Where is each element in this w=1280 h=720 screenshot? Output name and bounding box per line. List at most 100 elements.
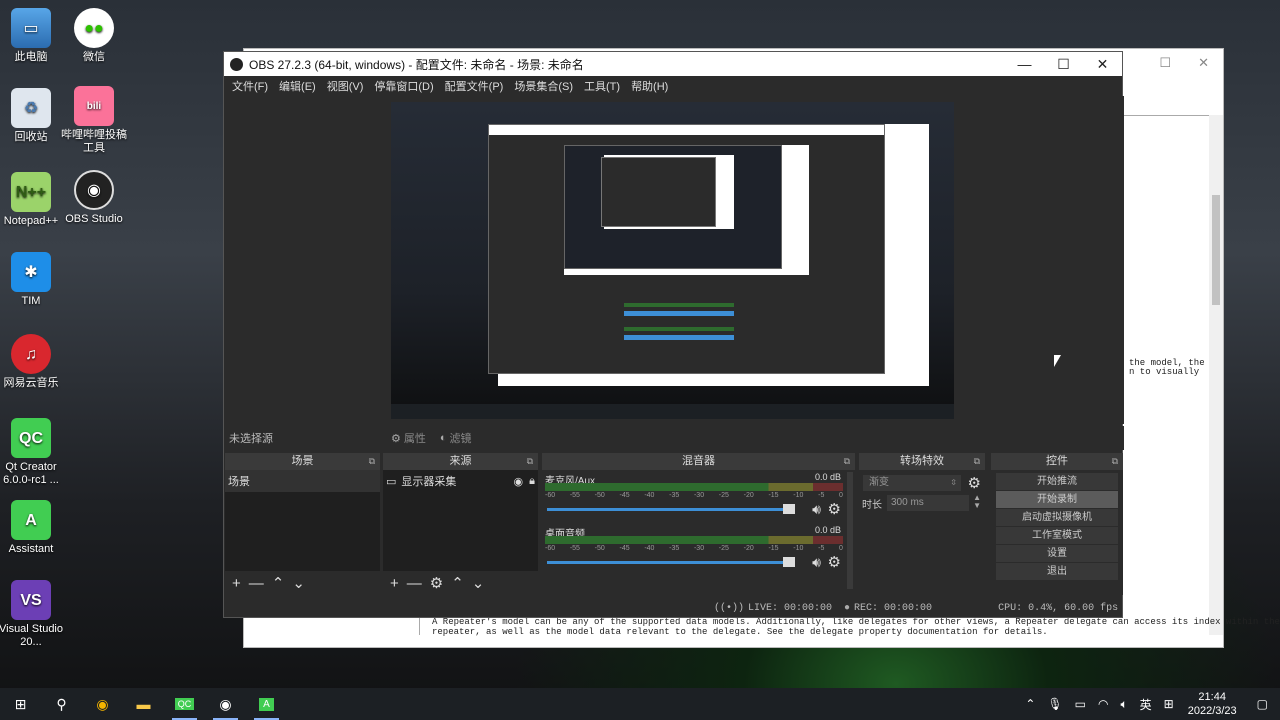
channel-settings-gear-icon[interactable]: ⚙ [828,500,841,518]
mixer-channel-desktop: 桌面音频 0.0 dB -60 -55 -50 -45 -40 -35 -30 -25 -20-… [545,525,843,577]
move-source-up-button[interactable]: ⌃ [451,574,464,592]
notification-icon[interactable]: ▢ [1257,697,1268,711]
taskbar-chrome[interactable]: ◉ [82,688,123,720]
start-virtual-camera-button[interactable]: 启动虚拟摄像机 [996,509,1118,526]
mouse-cursor-icon [1054,355,1061,367]
ime-language-indicator[interactable]: 英 [1140,696,1152,713]
meter-scale: -60 -55 -50 -45 -40 -35 -30 -25 -20 -15 -10 -5 0 [545,492,843,499]
preview-area [224,96,1124,424]
doc-text-bottom-1: A Repeater's model can be any of the sup… [432,617,1280,627]
desktop-icon-obs[interactable]: ◉ OBS Studio [59,170,129,226]
menu-docks[interactable]: 停靠窗口(D) [374,78,433,94]
desktop-icon-assistant[interactable]: A Assistant [0,500,66,556]
desktop-icon-qt-creator[interactable]: QC Qt Creator 6.0.0-rc1 ... [0,418,66,487]
title-bar[interactable]: OBS 27.2.3 (64-bit, windows) - 配置文件: 未命名… [224,52,1122,76]
duration-spin-icon[interactable]: ▲ ▼ [973,494,981,510]
volume-slider[interactable] [547,508,793,511]
usb-icon[interactable]: ▭ [1075,697,1086,711]
dock-float-icon[interactable]: ⧉ [527,453,533,470]
volume-slider[interactable] [547,561,793,564]
obs-icon: ◉ [74,170,114,210]
source-item[interactable]: ▭ 显示器采集 ◉ 🔒︎ [383,470,538,492]
transition-select[interactable]: 渐变 ⇳ [863,475,961,491]
filters-button[interactable]: ◐ 滤镜 [440,430,472,446]
settings-button[interactable]: 设置 [996,545,1118,562]
dock-float-icon[interactable]: ⧉ [369,453,375,470]
scene-item[interactable]: 场景 [225,470,380,492]
minimize-icon[interactable]: — [1005,56,1044,73]
desktop-icon-wechat[interactable]: ●● 微信 [59,8,129,64]
bg-maximize-icon[interactable]: ☐ [1159,55,1171,71]
exit-button[interactable]: 退出 [996,563,1118,580]
desktop-icon-notepadpp[interactable]: N++ Notepad++ [0,172,66,228]
mute-speaker-icon[interactable]: 🔊︎ [812,554,821,571]
mute-speaker-icon[interactable]: 🔊︎ [812,501,821,518]
taskbar-assistant[interactable]: A [246,688,287,720]
window-title: OBS 27.2.3 (64-bit, windows) - 配置文件: 未命名… [249,57,584,72]
remove-scene-button[interactable]: — [249,575,264,592]
studio-mode-button[interactable]: 工作室模式 [996,527,1118,544]
dock-float-icon[interactable]: ⧉ [844,453,850,470]
visibility-eye-icon[interactable]: ◉ [514,475,524,488]
microphone-icon[interactable]: 🎙︎ [1047,697,1062,711]
dock-float-icon[interactable]: ⧉ [974,453,980,470]
dock-float-icon[interactable]: ⧉ [1112,453,1118,470]
bg-close-icon[interactable]: ✕ [1198,55,1209,71]
cpu-status: CPU: 0.4%, 60.00 fps [998,602,1119,614]
menu-view[interactable]: 视图(V) [327,78,364,94]
volume-slider-handle[interactable] [783,504,795,514]
start-recording-button[interactable]: 开始录制 [996,491,1118,508]
taskbar-qt-creator[interactable]: QC [164,688,205,720]
start-streaming-button[interactable]: 开始推流 [996,473,1118,490]
taskbar-file-explorer[interactable]: ▬ [123,688,164,720]
menu-edit[interactable]: 编辑(E) [279,78,316,94]
menu-tools[interactable]: 工具(T) [584,78,620,94]
scroll-thumb[interactable] [1212,195,1220,305]
ime-mode-icon[interactable]: ⊞ [1164,697,1174,711]
chrome-icon: ◉ [96,695,109,712]
close-icon[interactable]: ✕ [1083,56,1122,73]
remove-source-button[interactable]: — [407,575,422,592]
desktop-icon-visual-studio[interactable]: VS Visual Studio 20... [0,580,66,649]
add-scene-button[interactable]: + [232,575,241,592]
visual-studio-icon: VS [11,580,51,620]
desktop-icon-netease-music[interactable]: ♫ 网易云音乐 [0,334,66,390]
desktop-icon-this-pc[interactable]: ▭ 此电脑 [0,8,66,64]
obs-window[interactable]: OBS 27.2.3 (64-bit, windows) - 配置文件: 未命名… [223,51,1124,618]
search-button[interactable]: ⚲ [41,688,82,720]
speaker-icon[interactable]: 🔈︎ [1120,697,1127,712]
wifi-icon[interactable]: ◠ [1098,697,1108,711]
preview-canvas[interactable] [391,102,954,419]
source-toolbar: 未选择源 ⚙ 属性 ◐ 滤镜 [224,426,1124,450]
menu-file[interactable]: 文件(F) [232,78,268,94]
maximize-icon[interactable]: ☐ [1044,56,1083,73]
menu-scene-collection[interactable]: 场景集合(S) [514,78,573,94]
channel-settings-gear-icon[interactable]: ⚙ [828,553,841,571]
obs-logo-icon [230,57,243,71]
live-status: LIVE: 00:00:00 [748,602,833,614]
source-properties-button[interactable]: ⚙ [430,574,443,592]
add-source-button[interactable]: + [390,575,399,592]
mixer-scrollbar[interactable] [847,472,853,589]
lock-icon[interactable]: 🔒︎ [529,475,535,488]
show-hidden-icons-icon[interactable]: ⌃ [1025,697,1035,711]
menu-profile[interactable]: 配置文件(P) [445,78,504,94]
desktop-icon-tim[interactable]: ✱ TIM [0,252,66,308]
transition-settings-gear-icon[interactable]: ⚙ [968,474,981,492]
desktop-icon-bilibili[interactable]: bili 哔哩哔哩投稿工具 [59,86,129,155]
move-source-down-button[interactable]: ⌄ [472,574,485,592]
move-scene-down-button[interactable]: ⌄ [292,574,305,592]
volume-slider-handle[interactable] [783,557,795,567]
vertical-scrollbar[interactable] [1209,115,1223,635]
gear-icon: ⚙ [391,432,401,445]
clock[interactable]: 21:44 2022/3/23 [1188,690,1237,718]
start-button[interactable]: ⊞ [0,688,41,720]
desktop-icon-recycle-bin[interactable]: ♻ 回收站 [0,88,66,144]
menu-help[interactable]: 帮助(H) [631,78,668,94]
move-scene-up-button[interactable]: ⌃ [272,574,285,592]
taskbar-obs[interactable]: ◉ [205,688,246,720]
notepad-plus-icon: N++ [11,172,51,212]
channel-db: 0.0 dB [814,472,841,482]
duration-input[interactable]: 300 ms [887,495,969,511]
properties-button[interactable]: ⚙ 属性 [391,430,426,446]
